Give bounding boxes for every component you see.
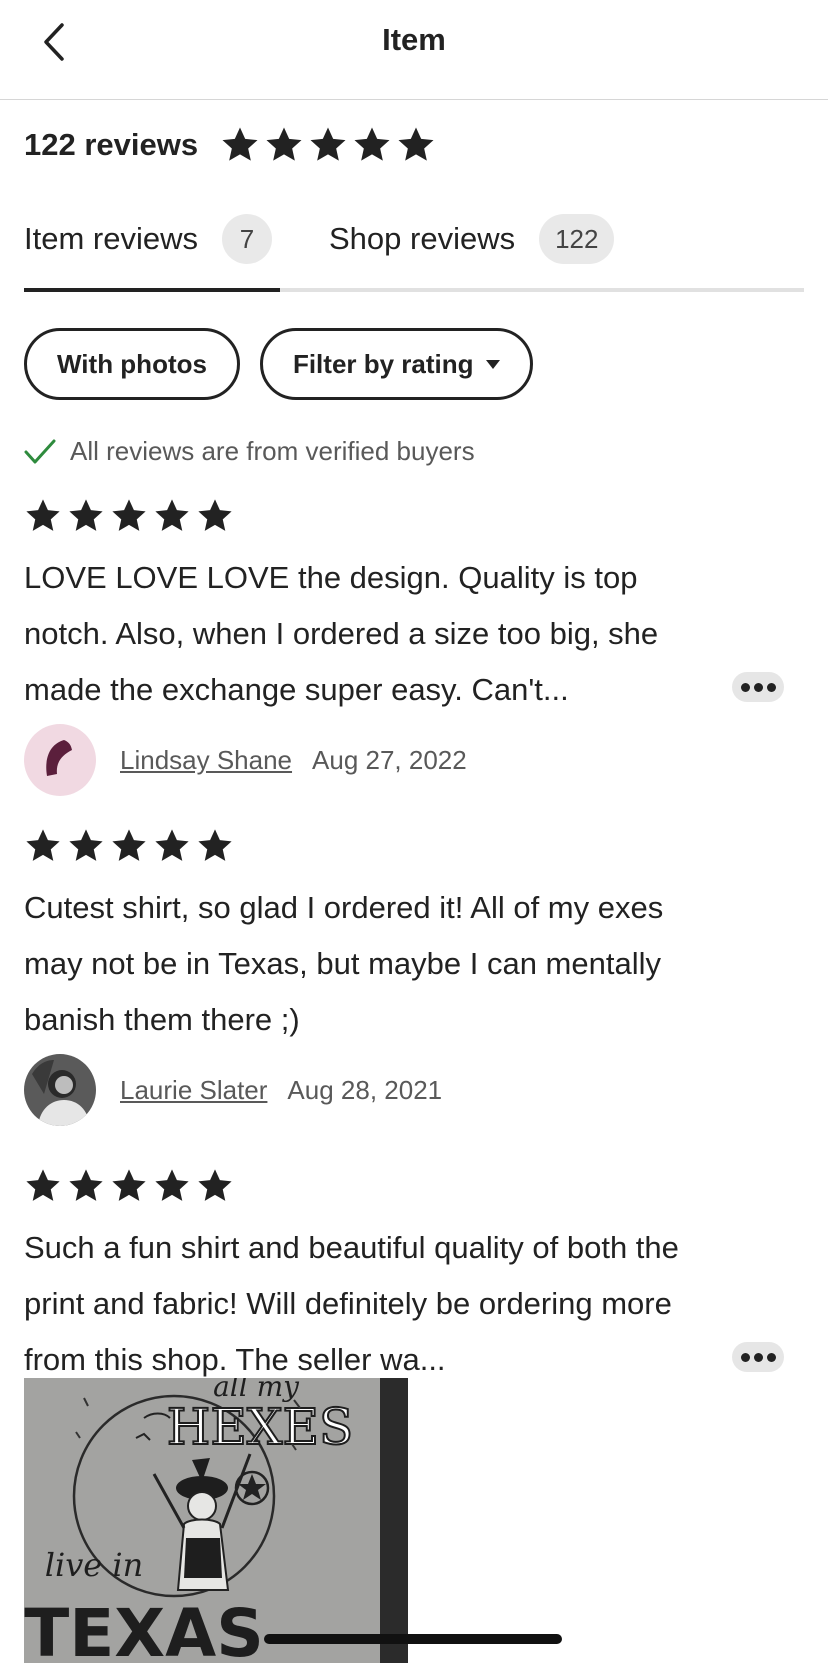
filter-by-rating-label: Filter by rating <box>292 348 474 379</box>
review-tabs: Item reviews 7 Shop reviews 122 <box>24 210 804 292</box>
tab-count-badge: 7 <box>221 214 272 264</box>
review-text: Such a fun shirt and beautiful quality o… <box>24 1230 679 1377</box>
dot <box>766 1352 776 1362</box>
tab-label: Item reviews <box>24 221 198 256</box>
star-icon <box>112 499 146 531</box>
star-icon <box>112 829 146 861</box>
review-photo[interactable]: all my HEXES live in TEXAS <box>24 1378 408 1663</box>
filter-by-rating-button[interactable]: Filter by rating <box>259 328 533 400</box>
dot <box>740 1352 750 1362</box>
verified-buyers-note: All reviews are from verified buyers <box>24 436 475 467</box>
star-icon <box>198 1169 232 1201</box>
reviews-count: 122 reviews <box>24 127 199 162</box>
star-icon <box>112 1169 146 1201</box>
page-title: Item <box>382 22 446 57</box>
review-date: Aug 28, 2021 <box>287 1074 443 1105</box>
home-indicator <box>264 1634 562 1644</box>
star-icon <box>69 829 103 861</box>
review-card: LOVE LOVE LOVE the design. Quality is to… <box>24 496 784 796</box>
review-date: Aug 27, 2022 <box>312 744 467 775</box>
avatar[interactable] <box>24 724 96 796</box>
review-rating-stars <box>24 496 784 536</box>
verified-text: All reviews are from verified buyers <box>70 436 475 466</box>
avatar-image <box>24 724 96 796</box>
tab-shop-reviews[interactable]: Shop reviews 122 <box>329 214 615 264</box>
photo-text-line3: live in <box>45 1546 144 1584</box>
tab-count-badge: 122 <box>539 214 615 264</box>
review-author: Lindsay Shane Aug 27, 2022 <box>24 724 784 796</box>
review-text: Cutest shirt, so glad I ordered it! All … <box>24 890 664 1037</box>
photo-text-line4: TEXAS <box>24 1595 264 1663</box>
review-rating-stars <box>24 826 784 866</box>
star-icon <box>26 829 60 861</box>
avatar[interactable] <box>24 1054 96 1126</box>
review-card: Cutest shirt, so glad I ordered it! All … <box>24 826 784 1126</box>
review-photo-image: all my HEXES live in TEXAS <box>24 1378 408 1663</box>
caret-down-icon <box>485 359 500 369</box>
active-tab-indicator <box>24 288 280 292</box>
star-icon <box>155 1169 189 1201</box>
dot <box>766 682 776 692</box>
star-icon <box>155 499 189 531</box>
summary-rating-stars <box>220 125 440 165</box>
tab-item-reviews[interactable]: Item reviews 7 <box>24 214 272 264</box>
filter-bar: With photos Filter by rating <box>24 328 553 400</box>
review-author: Laurie Slater Aug 28, 2021 <box>24 1054 784 1126</box>
with-photos-label: With photos <box>57 348 207 379</box>
dot <box>740 682 750 692</box>
star-icon <box>398 127 434 161</box>
star-icon <box>198 499 232 531</box>
more-options-button[interactable] <box>732 1342 784 1372</box>
review-card: Such a fun shirt and beautiful quality o… <box>24 1166 784 1388</box>
review-text: LOVE LOVE LOVE the design. Quality is to… <box>24 560 659 707</box>
dot <box>753 682 763 692</box>
reviews-summary: 122 reviews <box>24 120 440 170</box>
author-name-link[interactable]: Lindsay Shane <box>120 745 292 776</box>
star-icon <box>69 1169 103 1201</box>
check-icon <box>24 439 56 463</box>
star-icon <box>266 127 302 161</box>
star-icon <box>26 499 60 531</box>
star-icon <box>69 499 103 531</box>
photo-text-line2: HEXES <box>167 1398 353 1456</box>
more-options-button[interactable] <box>732 672 784 702</box>
star-icon <box>354 127 390 161</box>
author-name-link[interactable]: Laurie Slater <box>120 1075 267 1106</box>
star-icon <box>310 127 346 161</box>
star-icon <box>155 829 189 861</box>
tab-label: Shop reviews <box>329 221 516 256</box>
top-bar: Item <box>0 0 828 100</box>
star-icon <box>198 829 232 861</box>
star-icon <box>26 1169 60 1201</box>
avatar-image <box>24 1054 96 1126</box>
dot <box>753 1352 763 1362</box>
review-rating-stars <box>24 1166 784 1206</box>
star-icon <box>222 127 258 161</box>
with-photos-button[interactable]: With photos <box>24 328 240 400</box>
